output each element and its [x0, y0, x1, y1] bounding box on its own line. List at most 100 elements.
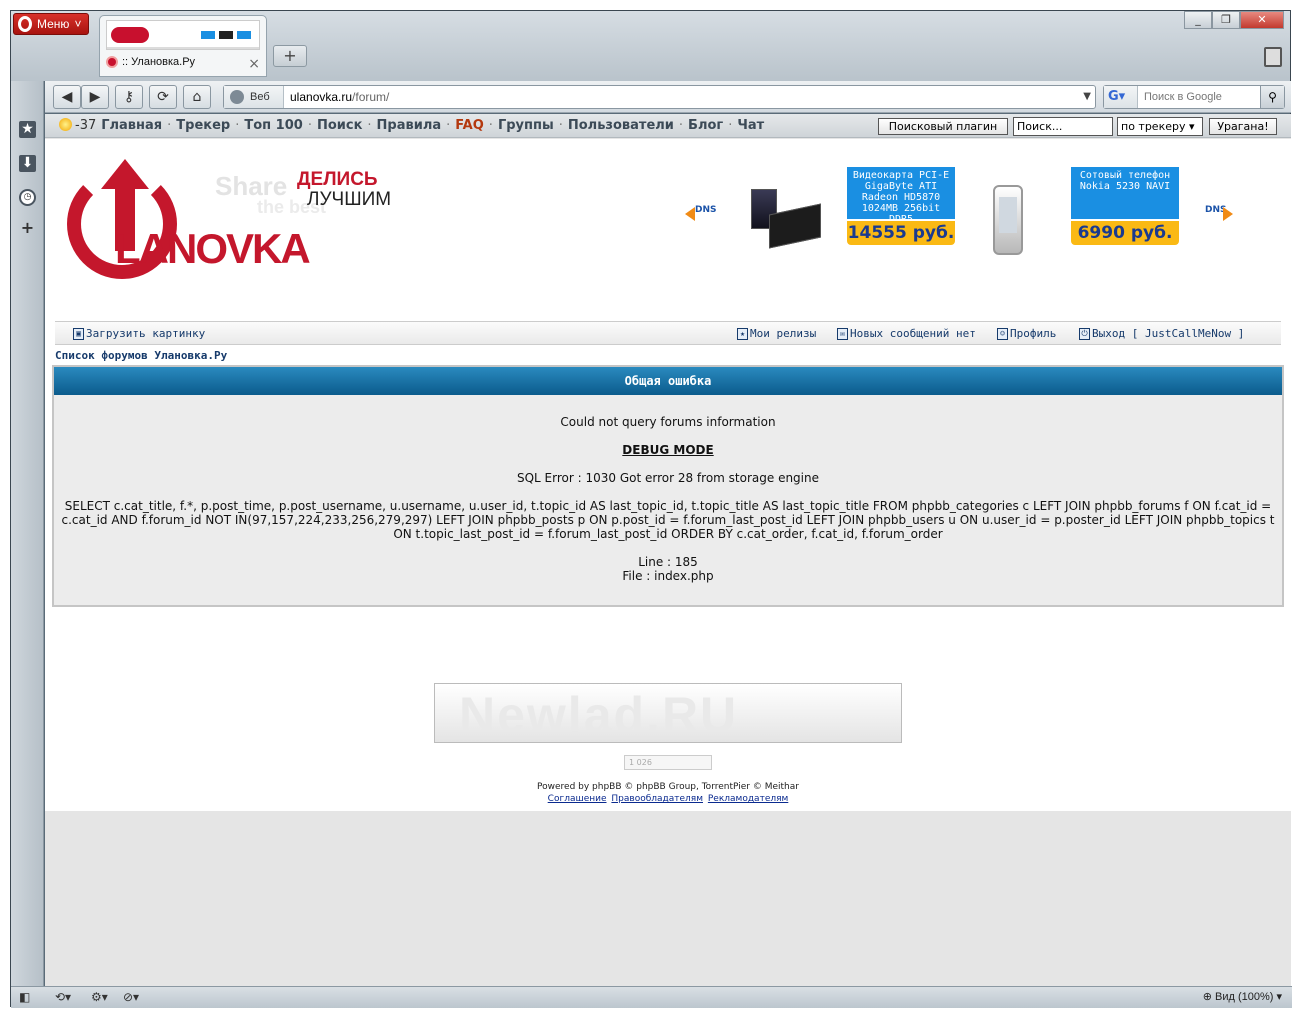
site-search-submit[interactable]: Ураганa!: [1209, 118, 1277, 135]
ad-title[interactable]: Сотовый телефон Nokia 5230 NAVI: [1071, 167, 1179, 219]
ad-title[interactable]: Видеокарта PCI-E GigaByte ATI Radeon HD5…: [847, 167, 955, 219]
visit-counter[interactable]: 1 026: [624, 755, 712, 770]
nav-tracker[interactable]: Трекер: [176, 118, 230, 133]
thumbnail-logo: [111, 27, 149, 43]
nav-separator: ·: [678, 118, 684, 133]
history-icon[interactable]: ◷: [19, 189, 36, 206]
site-search-input[interactable]: Поиск...: [1013, 117, 1113, 136]
favicon-icon: [106, 56, 118, 68]
breadcrumb[interactable]: Список форумов Улановка.Ру: [55, 349, 227, 362]
chevron-down-icon: ▾: [1188, 120, 1195, 133]
weather-widget[interactable]: -37: [59, 118, 96, 133]
logout-label: Выход [ JustCallMeNow ]: [1092, 327, 1245, 340]
nav-groups[interactable]: Группы: [498, 118, 554, 133]
nav-separator: ·: [367, 118, 372, 133]
panel-sidebar: ★ ⬇ ◷ +: [11, 81, 44, 986]
back-button[interactable]: ◀: [53, 85, 81, 109]
browser-window: Меню ˅ :: Улановка.Ру × + _ ❐ ✕ ★ ⬇ ◷ + …: [10, 10, 1292, 1008]
upload-image-label: Загрузить картинку: [86, 327, 206, 340]
address-bar[interactable]: Веб ulanovka.ru/forum/ ▼: [223, 85, 1096, 109]
new-messages-link[interactable]: ✉ Новых сообщений нет: [837, 327, 976, 340]
nav-search[interactable]: Поиск: [317, 118, 362, 133]
opera-menu-button[interactable]: Меню ˅: [13, 13, 89, 35]
error-line: Line : 185: [638, 555, 698, 569]
address-mode[interactable]: Веб: [224, 86, 284, 108]
address-url[interactable]: ulanovka.ru/forum/: [290, 86, 389, 108]
sql-query: SELECT c.cat_title, f.*, p.post_time, p.…: [61, 499, 1275, 541]
google-icon[interactable]: G▾: [1104, 86, 1138, 108]
search-plugin-button[interactable]: Поисковый плагин: [878, 118, 1008, 135]
status-bar: ◧ ⟲▾ ⚙▾ ⊘▾ ⊕ Вид (100%) ▾: [11, 986, 1292, 1008]
ad-carousel: DNS Видеокарта PCI-E GigaByte ATI Radeon…: [675, 159, 1255, 279]
close-icon[interactable]: ×: [248, 56, 260, 72]
tab-title: :: Улановка.Ру: [106, 56, 195, 68]
forward-button[interactable]: ▶: [81, 85, 109, 109]
nav-users[interactable]: Пользователи: [568, 118, 674, 133]
footer-links: Соглашение Правообладателям Рекламодател…: [45, 794, 1291, 804]
zoom-icon: ⊕: [1202, 991, 1212, 1003]
chevron-down-icon[interactable]: ▼: [1083, 86, 1091, 108]
sql-error: SQL Error : 1030 Got error 28 from stora…: [516, 471, 819, 485]
newlad-banner[interactable]: Newlad.RU: [434, 683, 902, 743]
my-releases-label: Мои релизы: [750, 327, 817, 340]
home-button[interactable]: ⌂: [183, 85, 211, 109]
profile-link[interactable]: ☺ Профиль: [997, 327, 1056, 340]
nav-separator: ·: [558, 118, 563, 133]
phone-image[interactable]: [993, 185, 1023, 255]
nav-blog[interactable]: Блог: [688, 118, 723, 133]
nav-home[interactable]: Главная: [101, 118, 162, 133]
browser-tab[interactable]: :: Улановка.Ру ×: [99, 15, 267, 77]
zoom-control[interactable]: ⊕ Вид (100%) ▾: [1203, 990, 1282, 1005]
thumbnail-ad: [201, 31, 215, 39]
logout-icon: ⏻: [1079, 327, 1090, 340]
panel-toggle-icon[interactable]: ◧: [19, 990, 30, 1005]
bookmarks-icon[interactable]: ★: [19, 121, 36, 138]
close-window-button[interactable]: ✕: [1240, 11, 1284, 29]
reload-button[interactable]: ⟳: [149, 85, 177, 109]
ad-price[interactable]: 6990 руб.: [1071, 221, 1179, 245]
globe-icon: [230, 90, 244, 104]
restore-button[interactable]: ❐: [1212, 11, 1240, 29]
search-engine-box[interactable]: G▾ Поиск в Google ⚲: [1103, 85, 1285, 109]
navigation-bar: ◀ ▶ ⚷ ⟳ ⌂ Веб ulanovka.ru/forum/ ▼ G▾ По…: [45, 81, 1291, 113]
footer-link-rightholders[interactable]: Правообладателям: [611, 794, 703, 804]
ad-price[interactable]: 14555 руб.: [847, 221, 955, 245]
error-body: Could not query forums information DEBUG…: [54, 395, 1282, 583]
logo-arrow: [101, 159, 149, 189]
forum-page: Share the best ДЕЛИСЬ ЛУЧШИМ LANOVKA DNS…: [45, 139, 1291, 811]
nav-top100[interactable]: Топ 100: [244, 118, 302, 133]
footer-link-advertisers[interactable]: Рекламодателям: [708, 794, 788, 804]
site-nav: -37 Главная · Трекер · Топ 100 · Поиск ·…: [59, 118, 764, 133]
minimize-button[interactable]: _: [1184, 11, 1212, 29]
footer-link-agreement[interactable]: Соглашение: [548, 794, 607, 804]
site-top-bar: -37 Главная · Трекер · Топ 100 · Поиск ·…: [45, 114, 1291, 138]
upload-image-link[interactable]: ▣ Загрузить картинку: [73, 327, 205, 340]
user-nav-bar: ▣ Загрузить картинку ★ Мои релизы ✉ Новы…: [55, 321, 1281, 345]
site-logo[interactable]: Share the best ДЕЛИСЬ ЛУЧШИМ LANOVKA: [67, 159, 397, 287]
search-scope-value: по трекеру: [1121, 120, 1186, 133]
search-icon[interactable]: ⚲: [1260, 86, 1284, 108]
sync-icon[interactable]: ⟲▾: [55, 990, 71, 1005]
logo-brand-text: LANOVKA: [115, 225, 311, 272]
my-releases-link[interactable]: ★ Мои релизы: [737, 327, 816, 340]
turbo-icon[interactable]: ⊘▾: [123, 990, 139, 1005]
ad-prev-button[interactable]: DNS: [685, 205, 717, 221]
wand-key-button[interactable]: ⚷: [115, 85, 143, 109]
nav-chat[interactable]: Чат: [737, 118, 764, 133]
downloads-icon[interactable]: ⬇: [19, 155, 36, 172]
add-panel-icon[interactable]: +: [19, 219, 36, 236]
url-domain: ulanovka.ru: [290, 90, 353, 104]
search-scope-select[interactable]: по трекеру ▾: [1117, 117, 1203, 136]
logo-delis-text: ДЕЛИСЬ: [297, 169, 378, 190]
logout-link[interactable]: ⏻ Выход [ JustCallMeNow ]: [1079, 327, 1244, 340]
unite-icon[interactable]: ⚙▾: [91, 990, 108, 1005]
sun-icon: [59, 118, 72, 131]
graphics-card-image[interactable]: [751, 189, 821, 249]
nav-rules[interactable]: Правила: [377, 118, 442, 133]
ad-next-button[interactable]: DNS: [1205, 205, 1233, 221]
opera-logo-icon: [18, 16, 32, 32]
trash-icon[interactable]: [1264, 47, 1282, 67]
new-tab-button[interactable]: +: [273, 45, 307, 67]
nav-faq[interactable]: FAQ: [455, 118, 484, 133]
star-icon: ★: [737, 327, 748, 340]
